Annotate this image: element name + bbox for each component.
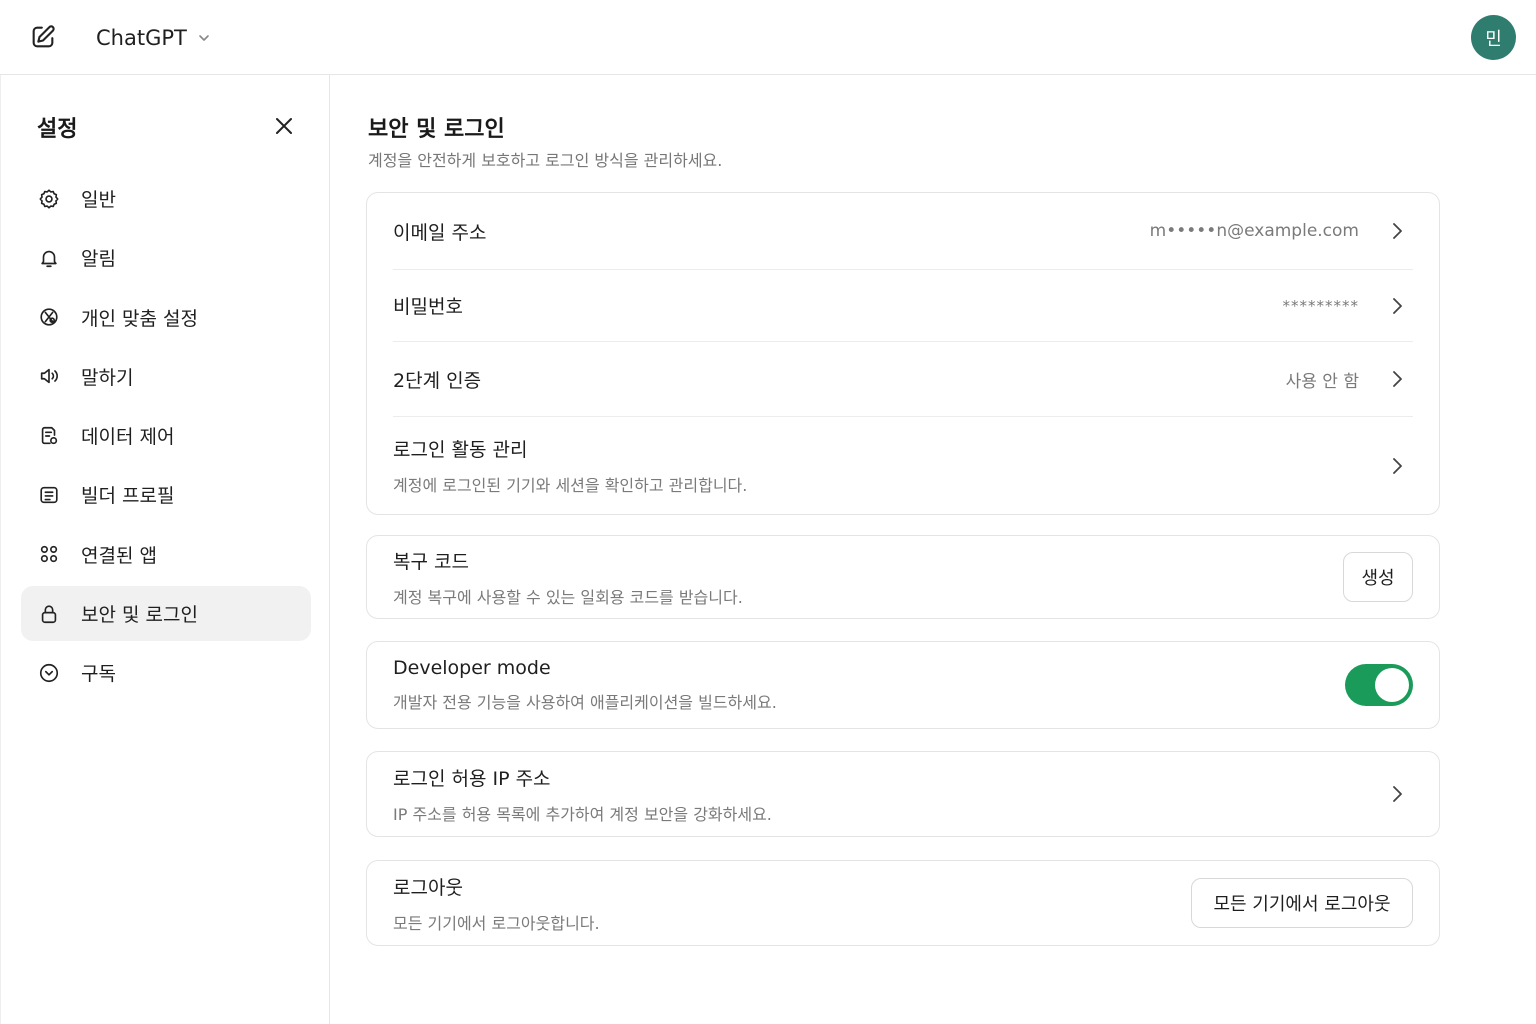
gear-icon [37,187,61,211]
close-settings-button[interactable] [269,111,299,141]
sidebar-item-data-controls[interactable]: 데이터 제어 [21,408,311,463]
developer-mode-desc: 개발자 전용 기능을 사용하여 애플리케이션을 빌드하세요. [393,693,777,712]
logout-all-devices-button[interactable]: 모든 기기에서 로그아웃 [1191,878,1413,928]
email-label: 이메일 주소 [393,221,487,244]
builder-profile-icon [37,483,61,507]
logout-row: 로그아웃 모든 기기에서 로그아웃합니다. 모든 기기에서 로그아웃 [393,861,1413,945]
two-factor-status: 사용 안 함 [1285,371,1359,392]
new-chat-button[interactable] [26,20,60,54]
sidebar-item-subscription[interactable]: 구독 [21,645,311,700]
account-card: 이메일 주소 m•••••n@example.com 비밀번호 ********… [366,192,1440,515]
developer-mode-card: Developer mode 개발자 전용 기능을 사용하여 애플리케이션을 빌… [366,641,1440,729]
model-selector[interactable]: ChatGPT [96,22,211,54]
logout-label: 로그아웃 [393,876,463,899]
sidebar-item-label: 개인 맞춤 설정 [81,307,198,330]
sidebar-item-label: 연결된 앱 [81,544,157,567]
apps-grid-icon [37,542,61,566]
login-activity-desc: 계정에 로그인된 기기와 세션을 확인하고 관리합니다. [393,476,748,495]
ip-allowlist-label: 로그인 허용 IP 주소 [393,767,551,790]
settings-title: 설정 [37,117,78,142]
sidebar-item-label: 일반 [81,189,116,211]
sidebar-item-label: 알림 [81,248,116,271]
chevron-down-icon [199,35,209,41]
ip-allowlist-row[interactable]: 로그인 허용 IP 주소 IP 주소를 허용 목록에 추가하여 계정 보안을 강… [393,752,1413,836]
model-name: ChatGPT [96,26,187,50]
logout-desc: 모든 기기에서 로그아웃합니다. [393,913,600,933]
recovery-codes-label: 복구 코드 [393,550,469,573]
lock-icon [37,602,61,626]
close-icon [276,118,292,134]
sidebar-item-connected-apps[interactable]: 연결된 앱 [21,527,311,582]
recovery-codes-card: 복구 코드 계정 복구에 사용할 수 있는 일회용 코드를 받습니다. 생성 [366,535,1440,619]
email-row[interactable]: 이메일 주소 m•••••n@example.com [393,193,1413,270]
sidebar-item-builder-profile[interactable]: 빌더 프로필 [21,467,311,522]
bell-icon [37,246,61,270]
personalize-icon [37,305,61,329]
developer-mode-row: Developer mode 개발자 전용 기능을 사용하여 애플리케이션을 빌… [393,642,1413,728]
page-title: 보안 및 로그인 [368,117,505,142]
sidebar-item-security[interactable]: 보안 및 로그인 [21,586,311,642]
sidebar-item-speech[interactable]: 말하기 [21,349,311,404]
chevron-right-icon [1387,784,1407,804]
sidebar-item-label: 구독 [81,663,116,686]
subscription-icon [37,661,61,685]
data-control-icon [37,424,61,448]
chevron-right-icon [1387,369,1407,389]
ip-allowlist-card: 로그인 허용 IP 주소 IP 주소를 허용 목록에 추가하여 계정 보안을 강… [366,751,1440,837]
sidebar-item-personalization[interactable]: 개인 맞춤 설정 [21,290,311,345]
toggle-knob [1375,668,1409,702]
login-activity-label: 로그인 활동 관리 [393,439,528,461]
two-factor-label: 2단계 인증 [393,369,482,392]
chevron-right-icon [1387,296,1407,316]
sidebar-item-label: 빌더 프로필 [81,485,175,508]
sidebar-item-general[interactable]: 일반 [21,171,311,226]
chevron-right-icon [1387,456,1407,476]
sidebar-item-notifications[interactable]: 알림 [21,230,311,285]
email-value: m•••••n@example.com [1149,221,1359,241]
developer-mode-label: Developer mode [393,657,551,679]
settings-content: 보안 및 로그인 계정을 안전하게 보호하고 로그인 방식을 관리하세요. 이메… [330,75,1536,1024]
speaker-icon [37,364,61,388]
ip-allowlist-desc: IP 주소를 허용 목록에 추가하여 계정 보안을 강화하세요. [393,804,772,824]
recovery-codes-desc: 계정 복구에 사용할 수 있는 일회용 코드를 받습니다. [393,587,743,607]
chevron-right-icon [1387,221,1407,241]
top-bar: ChatGPT 민 [0,0,1536,75]
sidebar-item-label: 말하기 [81,366,134,389]
developer-mode-toggle[interactable] [1345,664,1413,706]
edit-icon [32,25,55,48]
generate-button[interactable]: 생성 [1343,552,1413,602]
settings-nav: 일반 알림 개인 맞춤 설정 말하기 데이터 제어 빌더 프로필 연결된 앱 보… [21,171,311,705]
sidebar-item-label: 보안 및 로그인 [81,604,198,627]
avatar-initial: 민 [1485,28,1502,50]
login-activity-row[interactable]: 로그인 활동 관리 계정에 로그인된 기기와 세션을 확인하고 관리합니다. [393,417,1413,514]
password-row[interactable]: 비밀번호 ********* [393,270,1413,342]
password-value: ********* [1282,296,1359,315]
sidebar-item-label: 데이터 제어 [81,426,175,449]
recovery-codes-row: 복구 코드 계정 복구에 사용할 수 있는 일회용 코드를 받습니다. 생성 [393,536,1413,618]
page-subtitle: 계정을 안전하게 보호하고 로그인 방식을 관리하세요. [368,151,723,170]
password-label: 비밀번호 [393,296,463,318]
two-factor-row[interactable]: 2단계 인증 사용 안 함 [393,342,1413,417]
avatar[interactable]: 민 [1471,15,1516,60]
settings-sidebar: 설정 일반 알림 개인 맞춤 설정 말하기 데이터 제어 빌더 프로필 연결된 … [0,75,330,1024]
logout-card: 로그아웃 모든 기기에서 로그아웃합니다. 모든 기기에서 로그아웃 [366,860,1440,946]
